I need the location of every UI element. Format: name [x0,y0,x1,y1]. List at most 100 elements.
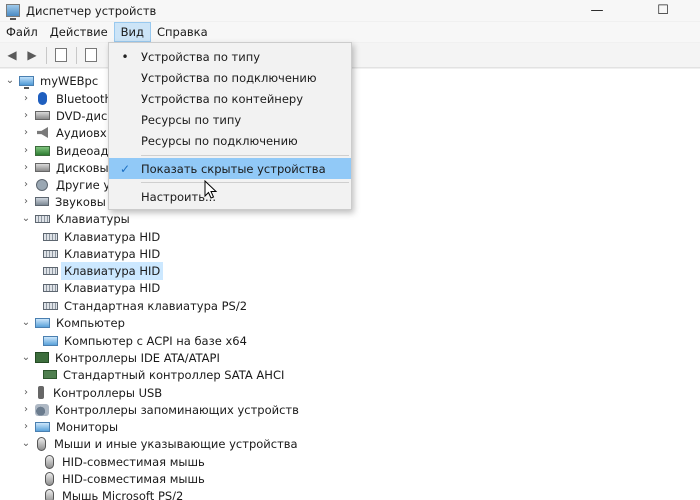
display-adapter-icon [35,145,50,156]
collapsed-chevron-icon[interactable]: › [20,90,32,107]
mouse-cursor-icon [204,180,218,199]
menu-item-label: Устройства по типу [141,49,261,64]
device-label: Клавиатура HID [60,261,164,280]
view-menu-devices-by-connection[interactable]: Устройства по подключению [109,67,351,88]
collapsed-chevron-icon[interactable]: › [20,418,32,435]
device-label: HID-совместимая мышь [62,454,205,469]
tree-category-label: Компьютер [56,315,125,330]
view-menu-customize[interactable]: Настроить... [109,186,351,207]
tree-root-label: myWEBpc [40,73,99,88]
menu-item-label: Ресурсы по подключению [141,133,298,148]
keyboard-icon [43,266,58,275]
view-menu-resources-by-type[interactable]: Ресурсы по типу [109,109,351,130]
tree-category-computer[interactable]: ⌄ Компьютер [20,314,127,331]
minimize-button[interactable]: — [580,0,614,21]
checkmark-icon: ✓ [119,161,131,176]
monitor-icon [35,421,50,432]
tree-category-label: Другие у [56,177,111,192]
dvd-drive-icon [35,111,50,120]
tree-category-other[interactable]: › Другие у [20,176,112,193]
tree-category-video[interactable]: › Видеоад [20,142,110,159]
tree-category-label: Мониторы [56,419,119,434]
expanded-chevron-icon[interactable]: ⌄ [20,210,32,227]
back-button[interactable]: ◀ [4,47,20,63]
menu-file[interactable]: Файл [0,22,44,42]
tree-device-item[interactable]: Клавиатура HID [40,228,162,245]
menu-item-label: Ресурсы по типу [141,112,242,127]
tree-category-label: Аудиовх [56,125,107,140]
menu-separator [141,155,349,156]
tree-device-item[interactable]: Компьютер с ACPI на базе x64 [40,332,249,349]
mouse-icon [45,454,54,469]
sound-device-icon [35,197,49,206]
computer-icon [35,317,50,328]
tree-category-storage[interactable]: › Контроллеры запоминающих устройств [20,401,301,418]
collapsed-chevron-icon[interactable]: › [20,401,32,418]
tree-category-label: Контроллеры USB [53,385,163,400]
sata-controller-icon [43,370,57,379]
view-menu-devices-by-type[interactable]: • Устройства по типу [109,46,351,67]
collapsed-chevron-icon[interactable]: › [20,142,32,159]
disk-drive-icon [35,163,50,172]
view-menu-resources-by-connection[interactable]: Ресурсы по подключению [109,130,351,151]
tree-category-label: Мыши и иные указывающие устройства [54,436,298,451]
bluetooth-icon [38,92,47,105]
tree-category-keyboards[interactable]: ⌄ Клавиатуры [20,210,132,227]
collapsed-chevron-icon[interactable]: › [20,384,32,401]
keyboard-icon [35,214,50,223]
tree-device-item[interactable]: Клавиатура HID [40,279,162,296]
toolbar-separator [46,47,47,64]
tree-device-item[interactable]: Стандартная клавиатура PS/2 [40,297,249,314]
tree-category-dvd[interactable]: › DVD-диск [20,107,116,124]
device-manager-icon [6,4,20,20]
expanded-chevron-icon[interactable]: ⌄ [20,314,32,331]
tree-category-label: Дисковы [56,160,109,175]
tree-category-label: Видеоад [56,143,109,158]
properties-icon [55,48,67,62]
tree-device-item[interactable]: Клавиатура HID [40,245,162,262]
properties-button[interactable] [53,47,69,63]
view-menu-devices-by-container[interactable]: Устройства по контейнеру [109,88,351,109]
menu-view[interactable]: Вид [113,22,151,42]
mouse-icon [37,436,46,451]
tree-category-mice[interactable]: ⌄ Мыши и иные указывающие устройства [20,435,300,452]
tree-category-bluetooth[interactable]: › Bluetooth [20,90,114,107]
keyboard-icon [43,283,58,292]
mouse-icon [45,488,54,500]
tree-category-disk-drives[interactable]: › Дисковы [20,159,111,176]
menu-help[interactable]: Справка [151,22,214,42]
view-menu-show-hidden-devices[interactable]: ✓ Показать скрытые устройства [109,158,351,179]
collapsed-chevron-icon[interactable]: › [20,159,32,176]
tree-category-label: Звуковы [55,194,106,209]
forward-button[interactable]: ▶ [24,47,40,63]
tree-category-audio-inputs[interactable]: › Аудиовх [20,124,109,141]
collapsed-chevron-icon[interactable]: › [20,124,32,141]
tree-category-usb[interactable]: › Контроллеры USB [20,384,164,401]
device-label: Стандартный контроллер SATA AHCI [63,367,285,382]
menu-action[interactable]: Действие [44,22,114,42]
tree-category-ide[interactable]: ⌄ Контроллеры IDE ATA/ATAPI [20,349,222,366]
expanded-chevron-icon[interactable]: ⌄ [20,349,32,366]
tree-device-item[interactable]: Мышь Microsoft PS/2 [40,487,185,500]
expanded-chevron-icon[interactable]: ⌄ [20,435,32,452]
maximize-button[interactable]: ☐ [646,0,680,21]
title-bar: Диспетчер устройств — ☐ [0,0,700,21]
tree-device-item[interactable]: HID-совместимая мышь [40,453,207,470]
tree-device-item-selected[interactable]: Клавиатура HID [40,261,164,280]
tree-category-sound[interactable]: › Звуковы [20,193,108,210]
collapsed-chevron-icon[interactable]: › [20,193,32,210]
collapsed-chevron-icon[interactable]: › [20,107,32,124]
device-label: Компьютер с ACPI на базе x64 [64,333,247,348]
tree-device-item[interactable]: HID-совместимая мышь [40,470,207,487]
window-title: Диспетчер устройств [26,3,157,18]
tree-category-monitors[interactable]: › Мониторы [20,418,120,435]
tree-category-label: Bluetooth [56,91,112,106]
device-label: Клавиатура HID [64,280,161,295]
collapsed-chevron-icon[interactable]: › [20,176,32,193]
tree-device-item[interactable]: Стандартный контроллер SATA AHCI [40,366,286,383]
keyboard-icon [43,232,58,241]
expanded-chevron-icon[interactable]: ⌄ [4,72,16,89]
toolbar-separator [76,47,77,64]
tree-root[interactable]: ⌄ myWEBpc [4,72,100,89]
help-button[interactable] [83,47,99,63]
